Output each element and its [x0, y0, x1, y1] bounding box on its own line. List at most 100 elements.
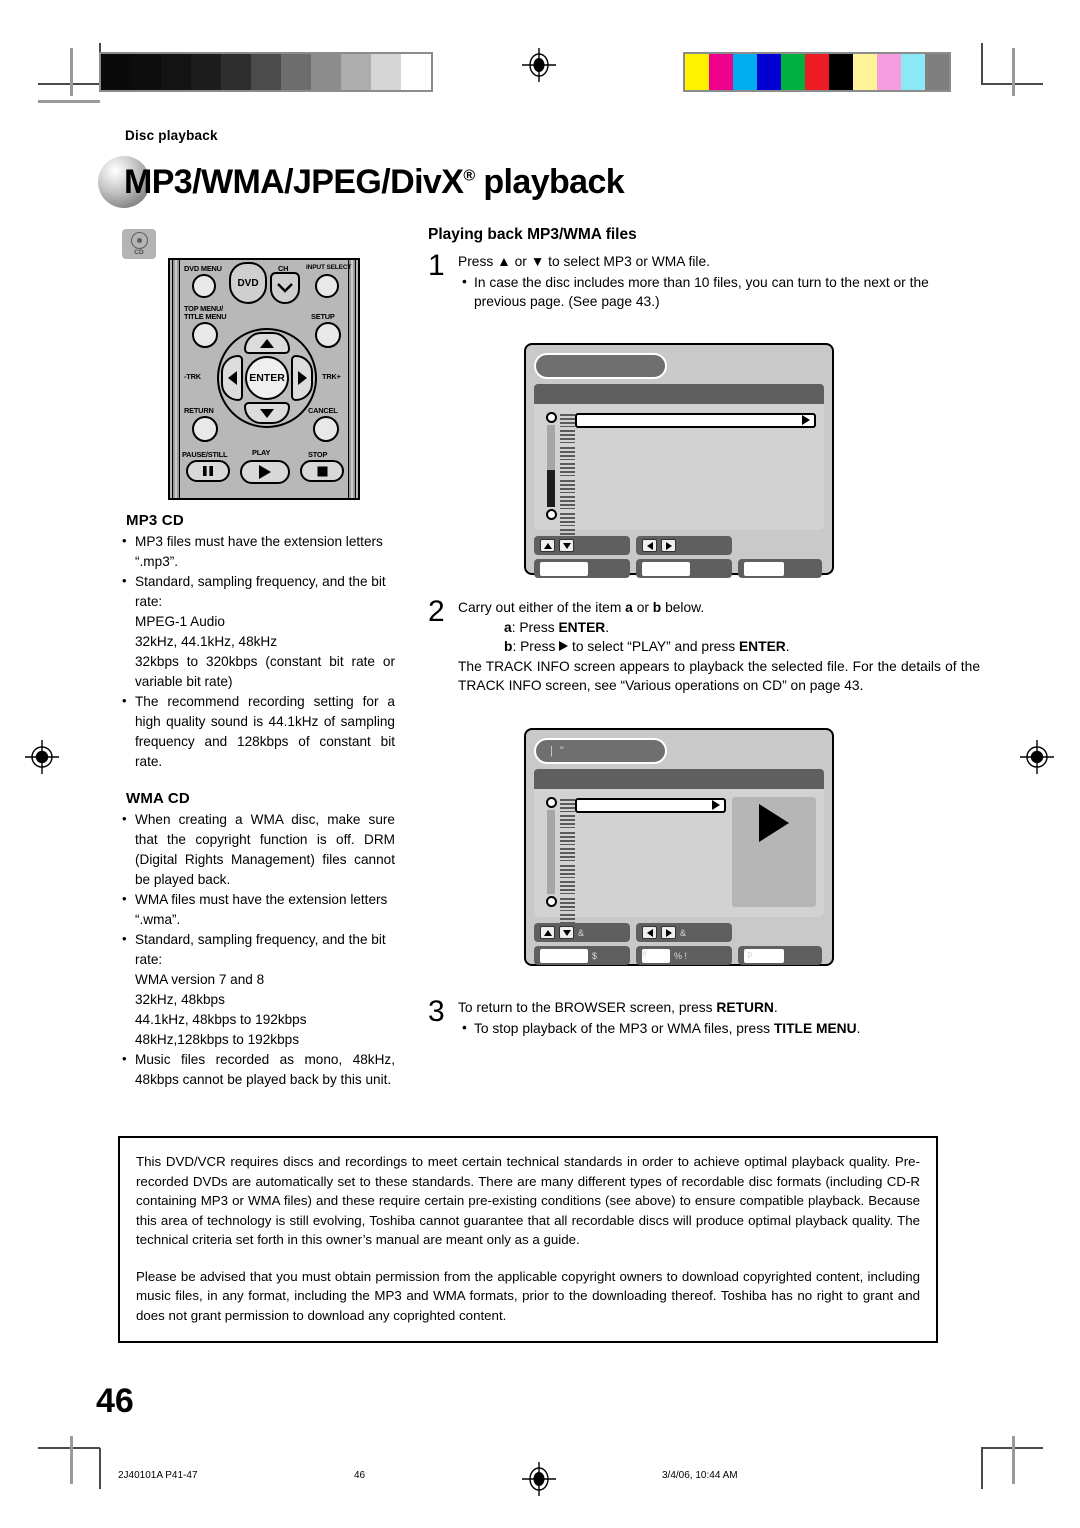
button-dvd[interactable]: DVD — [229, 262, 267, 304]
selected-file-field[interactable] — [575, 797, 726, 813]
selected-file-field[interactable] — [575, 412, 816, 428]
page-title: MP3/WMA/JPEG/DivX® playback — [98, 156, 625, 208]
label-cancel: CANCEL — [308, 406, 338, 415]
browser-header-bar — [534, 384, 824, 404]
music-note-icon — [560, 864, 575, 878]
scroll-down-knob[interactable] — [545, 896, 557, 907]
list-item[interactable] — [560, 830, 726, 847]
mp3-spec-0: MPEG-1 Audio — [135, 614, 225, 629]
music-note-icon — [560, 798, 575, 812]
footer-chip-b — [636, 559, 732, 578]
step-1-number: 1 — [428, 249, 445, 282]
scroll-down-knob[interactable] — [545, 509, 557, 520]
scroll-up-knob[interactable] — [545, 797, 557, 808]
wma-spec-0: WMA version 7 and 8 — [135, 972, 265, 987]
label-title-menu: TITLE MENU — [184, 312, 227, 321]
dpad-up[interactable] — [244, 332, 290, 354]
footer-field-b: # — [642, 948, 670, 963]
list-item[interactable] — [560, 847, 726, 864]
label-trk-minus: -TRK — [184, 372, 201, 381]
scroll-track[interactable] — [547, 425, 555, 507]
wma-bullet-0: When creating a WMA disc, make sure that… — [135, 812, 395, 887]
button-return[interactable] — [192, 416, 218, 442]
list-item[interactable] — [560, 495, 816, 512]
music-note-icon — [560, 446, 575, 460]
music-note-icon — [560, 496, 575, 510]
track-info-scrollbar[interactable] — [542, 797, 560, 907]
step-2-body: Carry out either of the item a or b belo… — [458, 598, 980, 696]
label-trk-plus: TRK+ — [322, 372, 341, 381]
step-1: 1 Press ▲ or ▼ to select MP3 or WMA file… — [428, 249, 980, 312]
list-item[interactable] — [560, 814, 726, 831]
list-item: Standard, sampling frequency, and the bi… — [120, 571, 395, 692]
list-item: To stop playback of the MP3 or WMA files… — [458, 1018, 980, 1039]
key-left-icon — [642, 926, 657, 939]
cd-badge-label: CD — [134, 249, 144, 256]
footer-right: 3/4/06, 10:44 AM — [662, 1470, 738, 1481]
button-input-select[interactable] — [315, 274, 339, 298]
footer-chip-updown: & — [534, 923, 630, 942]
footer-chip-c — [738, 559, 822, 578]
footer-field-a — [540, 948, 588, 963]
footer-left: 2J40101A P41-47 — [118, 1470, 198, 1481]
list-item[interactable] — [560, 896, 726, 913]
wma-bullet-2: Standard, sampling frequency, and the bi… — [135, 932, 386, 967]
page-title-main: MP3/WMA/JPEG/DivX — [124, 162, 464, 201]
registered-trademark-icon: ® — [463, 167, 475, 185]
browser-scrollbar[interactable] — [542, 412, 560, 520]
step-2: 2 Carry out either of the item a or b be… — [428, 597, 980, 696]
list-item[interactable] — [560, 797, 726, 814]
remote-control-diagram: DVD MENU DVD CH INPUT SELECT TOP MENU/ T… — [168, 258, 360, 500]
list-item[interactable] — [560, 863, 726, 880]
list-item[interactable] — [560, 880, 726, 897]
wma-spec-1: 32kHz, 48kbps — [135, 992, 225, 1007]
step-2-option-b: b: Press to select “PLAY” and press ENTE… — [504, 639, 790, 654]
list-item[interactable] — [560, 511, 816, 528]
footer-field-b — [642, 561, 690, 576]
scroll-up-knob[interactable] — [545, 412, 557, 423]
button-pause-still[interactable] — [186, 460, 230, 482]
track-info-footer-row-2: $ # % ! "p — [534, 946, 824, 965]
button-cancel[interactable] — [313, 416, 339, 442]
music-note-icon — [560, 831, 575, 845]
list-item[interactable] — [560, 445, 816, 462]
button-ch-down[interactable] — [270, 272, 300, 304]
remote-left-edge — [172, 260, 180, 498]
button-title-menu[interactable] — [192, 322, 218, 348]
list-item[interactable] — [560, 429, 816, 446]
cd-disc-icon — [130, 232, 148, 249]
browser-title-bar — [534, 353, 668, 379]
footer-chip-a: $ — [534, 946, 630, 965]
label-input-select: INPUT SELECT — [306, 264, 352, 271]
mp3-bullet-2: The recommend recording setting for a hi… — [135, 694, 395, 769]
button-enter[interactable]: ENTER — [245, 356, 289, 400]
arrow-right-icon — [297, 371, 307, 385]
right-column: Playing back MP3/WMA files 1 Press ▲ or … — [428, 226, 980, 312]
button-play[interactable] — [240, 460, 290, 484]
key-down-icon — [559, 926, 574, 939]
list-item: When creating a WMA disc, make sure that… — [120, 809, 395, 890]
button-dvd-menu[interactable] — [192, 274, 216, 298]
step-3-body: To return to the BROWSER screen, press R… — [458, 998, 980, 1038]
arrow-right-icon — [559, 641, 569, 651]
list-item[interactable] — [560, 478, 816, 495]
list-item[interactable] — [560, 462, 816, 479]
page-number: 46 — [96, 1382, 134, 1420]
button-setup[interactable] — [315, 322, 341, 348]
scroll-track[interactable] — [547, 810, 555, 894]
track-info-list — [560, 797, 816, 928]
list-item: MP3 files must have the extension letter… — [120, 531, 395, 572]
music-note-icon — [560, 512, 575, 526]
step-2-line: Carry out either of the item a or b belo… — [458, 600, 705, 615]
step-1-body: Press ▲ or ▼ to select MP3 or WMA file. … — [458, 252, 980, 312]
arrow-up-icon — [260, 338, 274, 348]
dpad-left[interactable] — [221, 355, 243, 401]
dpad-control: ENTER — [217, 328, 317, 428]
list-item: WMA files must have the extension letter… — [120, 889, 395, 930]
list-item[interactable] — [560, 412, 816, 429]
footer-field-c — [744, 561, 784, 576]
button-stop[interactable] — [300, 460, 344, 482]
key-left-icon — [642, 539, 657, 552]
arrow-right-icon — [712, 800, 720, 811]
footer-chip-b: # % ! — [636, 946, 732, 965]
